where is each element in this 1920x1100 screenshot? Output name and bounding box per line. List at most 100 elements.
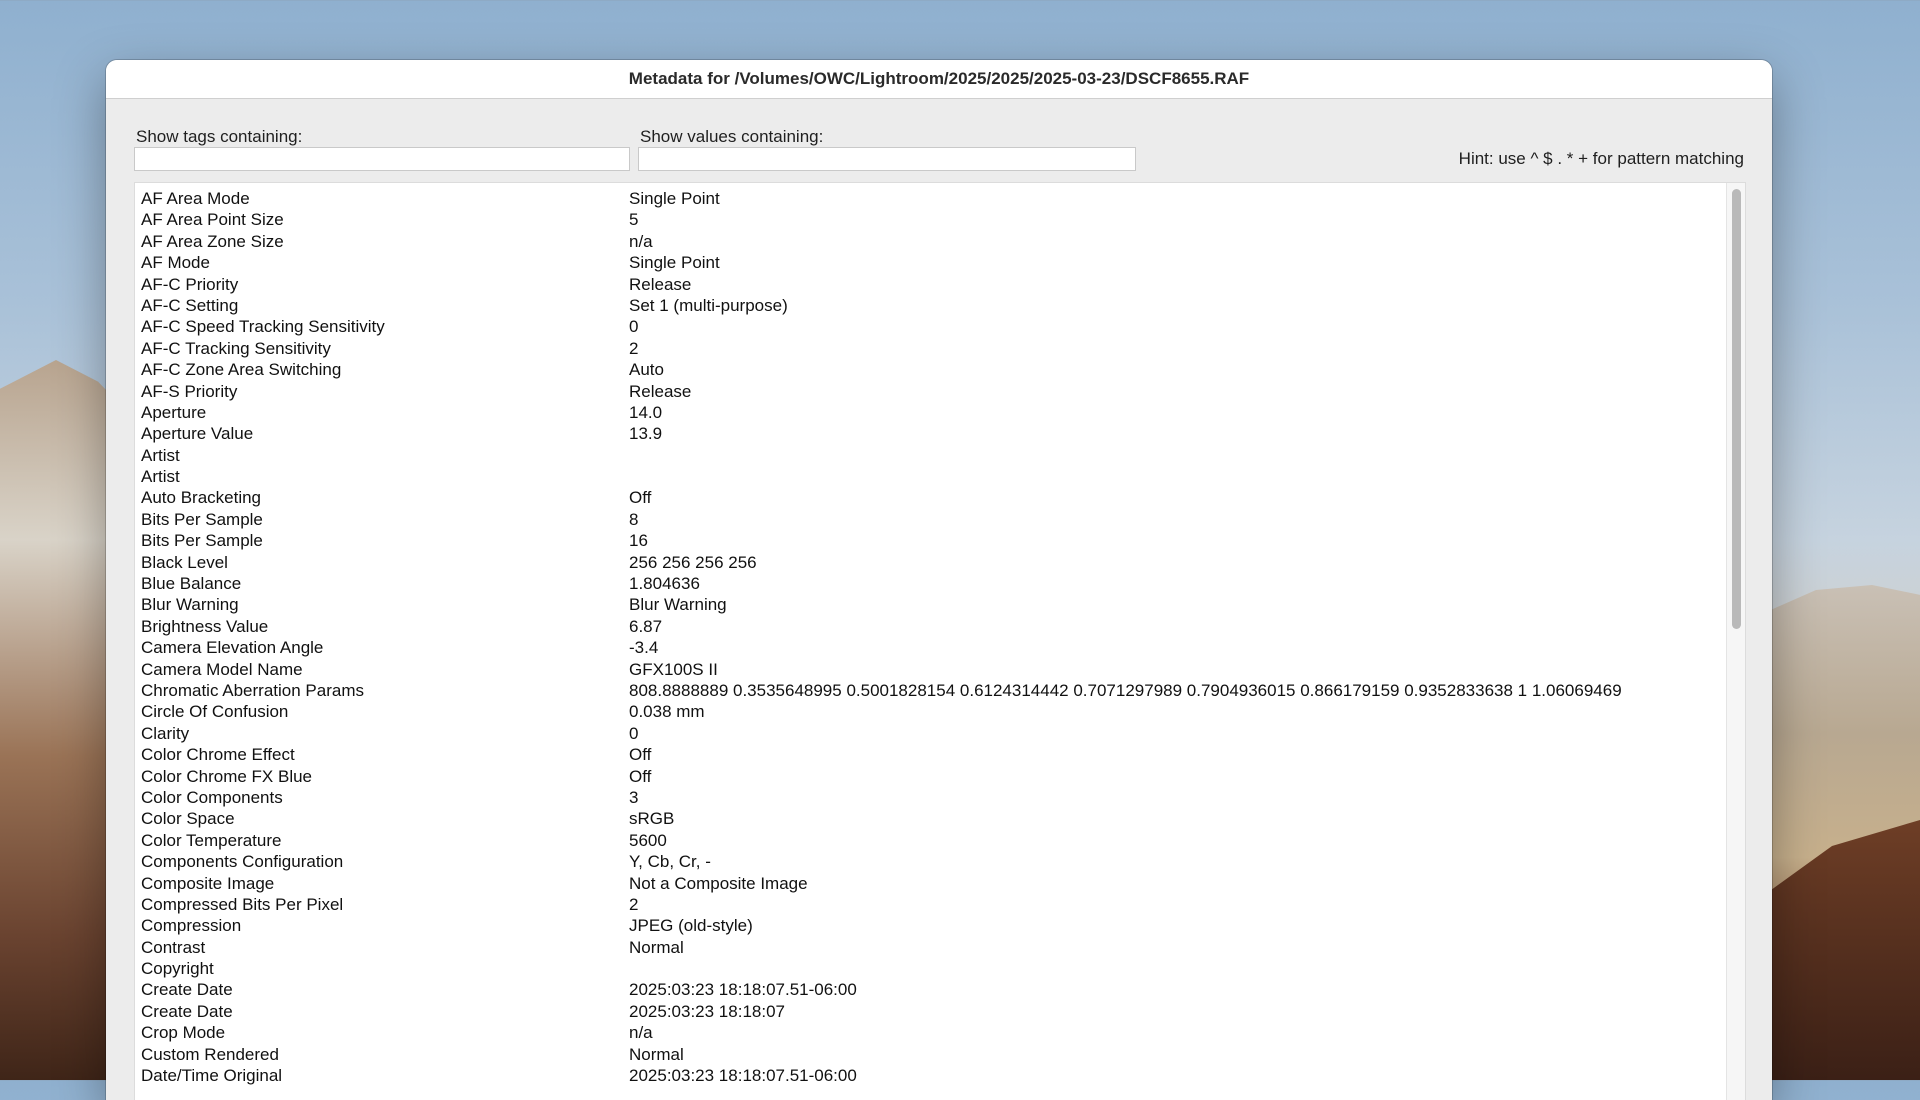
- metadata-row[interactable]: Clarity 0: [135, 723, 1725, 744]
- metadata-row[interactable]: AF-C Speed Tracking Sensitivity 0: [135, 316, 1725, 337]
- filter-bar: Show tags containing: Show values contai…: [106, 99, 1772, 185]
- metadata-row[interactable]: Chromatic Aberration Params 808.8888889 0…: [135, 680, 1725, 701]
- metadata-value: 0: [629, 723, 639, 743]
- metadata-value: 2025:03:23 18:18:07.51-06:00: [629, 1066, 857, 1086]
- metadata-row[interactable]: Crop Mode n/a: [135, 1022, 1725, 1043]
- metadata-value: n/a: [629, 1023, 653, 1043]
- metadata-tag: Date/Time Original: [141, 1066, 283, 1086]
- pattern-hint: Hint: use ^ $ . * + for pattern matching: [1458, 149, 1744, 168]
- scrollbar-thumb[interactable]: [1732, 189, 1741, 629]
- metadata-row[interactable]: AF Area Zone Size n/a: [135, 231, 1725, 252]
- metadata-row[interactable]: AF-S Priority Release: [135, 381, 1725, 402]
- metadata-value: 5600: [629, 830, 667, 850]
- metadata-row[interactable]: Color Chrome Effect Off: [135, 744, 1725, 765]
- metadata-row[interactable]: AF Area Point Size 5: [135, 209, 1725, 230]
- vertical-scrollbar[interactable]: [1726, 183, 1745, 1100]
- metadata-row[interactable]: Blur Warning Blur Warning: [135, 594, 1725, 615]
- metadata-value: GFX100S II: [629, 659, 718, 679]
- metadata-value: 256 256 256 256: [629, 552, 757, 572]
- metadata-tag: Bits Per Sample: [141, 509, 263, 529]
- metadata-row[interactable]: Create Date 2025:03:23 18:18:07: [135, 1001, 1725, 1022]
- metadata-row[interactable]: AF-C Zone Area Switching Auto: [135, 359, 1725, 380]
- metadata-tag: Aperture Value: [141, 424, 254, 444]
- metadata-row[interactable]: Contrast Normal: [135, 937, 1725, 958]
- metadata-window: Metadata for /Volumes/OWC/Lightroom/2025…: [106, 60, 1772, 1100]
- metadata-row[interactable]: Black Level 256 256 256 256: [135, 552, 1725, 573]
- metadata-row[interactable]: AF Mode Single Point: [135, 252, 1725, 273]
- metadata-tag: AF-C Zone Area Switching: [141, 360, 342, 380]
- metadata-row[interactable]: Blue Balance 1.804636: [135, 573, 1725, 594]
- metadata-row[interactable]: Camera Model Name GFX100S II: [135, 659, 1725, 680]
- tags-filter-label: Show tags containing:: [136, 127, 303, 146]
- metadata-row[interactable]: Circle Of Confusion 0.038 mm: [135, 701, 1725, 722]
- metadata-row[interactable]: Color Space sRGB: [135, 808, 1725, 829]
- metadata-value: [629, 466, 1725, 487]
- metadata-row[interactable]: Color Chrome FX Blue Off: [135, 766, 1725, 787]
- metadata-row[interactable]: Date/Time Original 2025:03:23 18:18:07.51…: [135, 1065, 1725, 1086]
- metadata-value: Release: [629, 381, 692, 401]
- metadata-tag: Brightness Value: [141, 616, 269, 636]
- metadata-tag: AF Area Mode: [141, 189, 250, 208]
- metadata-tag: Custom Rendered: [141, 1044, 279, 1064]
- metadata-tag: Composite Image: [141, 873, 275, 893]
- metadata-value: 14.0: [629, 402, 663, 422]
- metadata-row[interactable]: Color Temperature 5600: [135, 830, 1725, 851]
- metadata-value: 5: [629, 210, 639, 230]
- metadata-tag: Create Date: [141, 980, 233, 1000]
- metadata-tag: Clarity: [141, 723, 190, 743]
- metadata-row[interactable]: Brightness Value 6.87: [135, 616, 1725, 637]
- metadata-row[interactable]: Copyright: [135, 958, 1725, 979]
- metadata-row[interactable]: Auto Bracketing Off: [135, 487, 1725, 508]
- metadata-value: [629, 445, 1725, 466]
- metadata-tag: Camera Model Name: [141, 659, 303, 679]
- metadata-value: 3: [629, 787, 639, 807]
- metadata-tag: Artist: [141, 467, 180, 487]
- metadata-value: Single Point: [629, 253, 720, 273]
- metadata-row[interactable]: AF-C Tracking Sensitivity 2: [135, 338, 1725, 359]
- metadata-value: 16: [629, 531, 648, 551]
- metadata-row[interactable]: Artist: [135, 445, 1725, 466]
- metadata-value: 0: [629, 317, 639, 337]
- metadata-tag: AF Area Point Size: [141, 210, 284, 230]
- metadata-row[interactable]: Aperture Value 13.9: [135, 423, 1725, 444]
- metadata-value: 808.8888889 0.3535648995 0.5001828154 0.…: [629, 680, 1622, 700]
- metadata-value: Normal: [629, 937, 684, 957]
- metadata-row[interactable]: Bits Per Sample 16: [135, 530, 1725, 551]
- metadata-tag: Color Space: [141, 809, 235, 829]
- metadata-value: 0.038 mm: [629, 702, 705, 722]
- metadata-row[interactable]: AF-C Priority Release: [135, 274, 1725, 295]
- metadata-tag: Camera Elevation Angle: [141, 638, 324, 658]
- metadata-row[interactable]: Artist: [135, 466, 1725, 487]
- metadata-value: Y, Cb, Cr, -: [629, 852, 711, 872]
- metadata-row[interactable]: Compression JPEG (old-style): [135, 915, 1725, 936]
- metadata-value: 2025:03:23 18:18:07: [629, 1001, 785, 1021]
- metadata-row[interactable]: Components Configuration Y, Cb, Cr, -: [135, 851, 1725, 872]
- metadata-tag: Bits Per Sample: [141, 531, 263, 551]
- metadata-row[interactable]: Compressed Bits Per Pixel 2: [135, 894, 1725, 915]
- tags-filter-input[interactable]: [134, 147, 630, 171]
- metadata-tag: Circle Of Confusion: [141, 702, 289, 722]
- metadata-row[interactable]: Camera Elevation Angle -3.4: [135, 637, 1725, 658]
- metadata-tag: Aperture: [141, 402, 207, 422]
- metadata-tag: Compression: [141, 916, 242, 936]
- metadata-tag: AF-C Setting: [141, 295, 239, 315]
- metadata-tag: Create Date: [141, 1001, 233, 1021]
- metadata-value: 2025:03:23 18:18:07.51-06:00: [629, 980, 857, 1000]
- values-filter-input[interactable]: [638, 147, 1136, 171]
- metadata-row[interactable]: Custom Rendered Normal: [135, 1044, 1725, 1065]
- metadata-row[interactable]: AF-C Setting Set 1 (multi-purpose): [135, 295, 1725, 316]
- metadata-row[interactable]: Composite Image Not a Composite Image: [135, 873, 1725, 894]
- metadata-tag: Blur Warning: [141, 595, 239, 615]
- metadata-row[interactable]: AF Area Mode Single Point: [135, 188, 1725, 209]
- metadata-row[interactable]: Bits Per Sample 8: [135, 509, 1725, 530]
- metadata-value: Release: [629, 274, 692, 294]
- metadata-tag: Chromatic Aberration Params: [141, 680, 364, 700]
- metadata-row[interactable]: Color Components 3: [135, 787, 1725, 808]
- metadata-value: 1.804636: [629, 574, 700, 594]
- metadata-tag: Compressed Bits Per Pixel: [141, 894, 344, 914]
- metadata-list[interactable]: AF Area Mode Single Point AF Area Point Si…: [134, 182, 1746, 1100]
- metadata-value: Set 1 (multi-purpose): [629, 295, 788, 315]
- metadata-row[interactable]: Create Date 2025:03:23 18:18:07.51-06:00: [135, 979, 1725, 1000]
- metadata-row[interactable]: Aperture 14.0: [135, 402, 1725, 423]
- metadata-value: n/a: [629, 231, 653, 251]
